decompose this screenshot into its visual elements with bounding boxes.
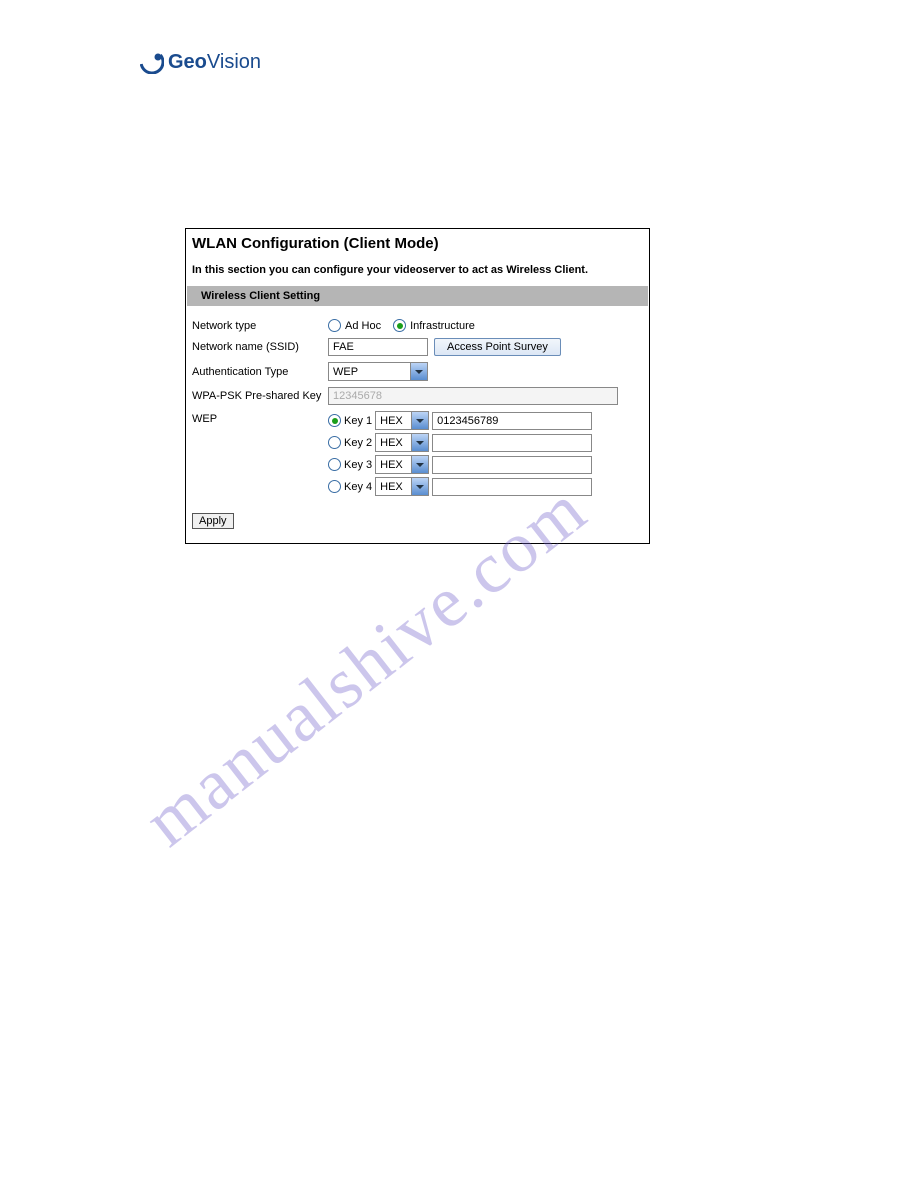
page-description: In this section you can configure your v…: [186, 256, 649, 286]
label-network-type: Network type: [192, 320, 322, 332]
label-ssid: Network name (SSID): [192, 341, 322, 353]
wep-key4-input[interactable]: [432, 478, 592, 496]
wep-key1-input[interactable]: [432, 412, 592, 430]
wep-key-4: Key 4 HEX: [328, 477, 592, 496]
access-point-survey-button[interactable]: Access Point Survey: [434, 338, 561, 356]
section-header: Wireless Client Setting: [187, 286, 648, 306]
brand-logo: GeoVision: [140, 50, 261, 74]
logo-text-vision: Vision: [207, 51, 261, 73]
radio-wep-key3[interactable]: [328, 458, 341, 471]
row-auth: Authentication Type WEP: [186, 359, 649, 384]
wep-key1-format-select[interactable]: HEX: [375, 411, 429, 430]
wep-key2-input[interactable]: [432, 434, 592, 452]
wep-key4-format-select[interactable]: HEX: [375, 477, 429, 496]
radio-adhoc-label: Ad Hoc: [345, 320, 381, 332]
chevron-down-icon: [411, 412, 428, 429]
wep-key3-format-select[interactable]: HEX: [375, 455, 429, 474]
wep-key3-label: Key 3: [344, 459, 372, 471]
label-auth: Authentication Type: [192, 366, 322, 378]
wlan-config-panel: WLAN Configuration (Client Mode) In this…: [185, 228, 650, 544]
wep-key3-input[interactable]: [432, 456, 592, 474]
page-title: WLAN Configuration (Client Mode): [186, 229, 649, 256]
row-network-type: Network type Ad Hoc Infrastructure: [186, 316, 649, 335]
logo-icon: [140, 50, 164, 74]
wep-key2-format-select[interactable]: HEX: [375, 433, 429, 452]
label-wep: WEP: [192, 411, 322, 425]
row-wpa-psk: WPA-PSK Pre-shared Key: [186, 384, 649, 408]
ssid-input[interactable]: [328, 338, 428, 356]
chevron-down-icon: [410, 363, 427, 380]
wep-key4-label: Key 4: [344, 481, 372, 493]
radio-wep-key2[interactable]: [328, 436, 341, 449]
wep-key2-label: Key 2: [344, 437, 372, 449]
radio-infrastructure-label: Infrastructure: [410, 320, 475, 332]
wpa-psk-input[interactable]: [328, 387, 618, 405]
radio-adhoc[interactable]: [328, 319, 341, 332]
wep-key-2: Key 2 HEX: [328, 433, 592, 452]
radio-wep-key4[interactable]: [328, 480, 341, 493]
auth-type-value: WEP: [333, 366, 358, 378]
apply-button[interactable]: Apply: [192, 513, 234, 529]
row-wep: WEP Key 1 HEX Key 2 HEX: [186, 408, 649, 499]
row-ssid: Network name (SSID) Access Point Survey: [186, 335, 649, 359]
radio-infrastructure[interactable]: [393, 319, 406, 332]
radio-wep-key1[interactable]: [328, 414, 341, 427]
wep-key-1: Key 1 HEX: [328, 411, 592, 430]
auth-type-select[interactable]: WEP: [328, 362, 428, 381]
chevron-down-icon: [411, 434, 428, 451]
wep-key-3: Key 3 HEX: [328, 455, 592, 474]
label-wpa-psk: WPA-PSK Pre-shared Key: [192, 390, 322, 402]
chevron-down-icon: [411, 478, 428, 495]
logo-text-geo: Geo: [168, 51, 207, 73]
chevron-down-icon: [411, 456, 428, 473]
wep-key1-label: Key 1: [344, 415, 372, 427]
